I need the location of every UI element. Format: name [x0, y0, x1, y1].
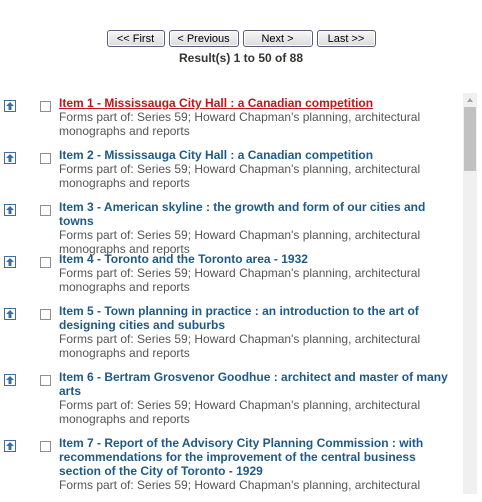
move-up-icon[interactable] [4, 152, 16, 164]
item-description: Forms part of: Series 59; Howard Chapman… [59, 110, 421, 138]
list-item: Item 3 - American skyline : the growth a… [0, 200, 460, 256]
item-title-link[interactable]: Item 1 - Mississauga City Hall : a Canad… [59, 96, 460, 110]
first-page-button[interactable]: << First [106, 30, 165, 47]
select-checkbox[interactable] [40, 441, 51, 452]
item-title-link[interactable]: Item 7 - Report of the Advisory City Pla… [59, 436, 460, 478]
move-up-icon[interactable] [4, 440, 16, 452]
item-title-link[interactable]: Item 4 - Toronto and the Toronto area - … [59, 252, 460, 266]
list-item: Item 2 - Mississauga City Hall : a Canad… [0, 148, 460, 200]
previous-page-button[interactable]: < Previous [168, 30, 239, 47]
move-up-icon[interactable] [4, 100, 16, 112]
select-checkbox[interactable] [40, 101, 51, 112]
move-up-icon[interactable] [4, 308, 16, 320]
select-checkbox[interactable] [40, 375, 51, 386]
move-up-icon[interactable] [4, 374, 16, 386]
scroll-up-arrow-icon[interactable] [463, 93, 477, 107]
item-description: Forms part of: Series 59; Howard Chapman… [59, 162, 421, 190]
item-description: Forms part of: Series 59; Howard Chapman… [59, 332, 421, 360]
item-title-link[interactable]: Item 3 - American skyline : the growth a… [59, 200, 460, 228]
select-checkbox[interactable] [40, 257, 51, 268]
scrollbar-thumb[interactable] [464, 107, 476, 171]
last-page-button[interactable]: Last >> [316, 30, 376, 47]
pagination-bar: << First < Previous Next > Last >> [0, 30, 482, 47]
select-checkbox[interactable] [40, 309, 51, 320]
select-checkbox[interactable] [40, 153, 51, 164]
item-description: Forms part of: Series 59; Howard Chapman… [59, 266, 421, 294]
results-list: Item 1 - Mississauga City Hall : a Canad… [0, 94, 460, 502]
item-description: Forms part of: Series 59; Howard Chapman… [59, 398, 421, 426]
item-title-link[interactable]: Item 5 - Town planning in practice : an … [59, 304, 460, 332]
results-summary: Result(s) 1 to 50 of 88 [178, 51, 304, 65]
list-item: Item 7 - Report of the Advisory City Pla… [0, 436, 460, 502]
next-page-button[interactable]: Next > [242, 30, 313, 47]
list-item: Item 1 - Mississauga City Hall : a Canad… [0, 96, 460, 148]
move-up-icon[interactable] [4, 256, 16, 268]
item-description: Forms part of: Series 59; Howard Chapman… [59, 478, 421, 492]
move-up-icon[interactable] [4, 204, 16, 216]
vertical-scrollbar[interactable] [463, 93, 477, 494]
list-item: Item 6 - Bertram Grosvenor Goodhue : arc… [0, 370, 460, 436]
list-item: Item 4 - Toronto and the Toronto area - … [0, 252, 460, 304]
item-title-link[interactable]: Item 2 - Mississauga City Hall : a Canad… [59, 148, 460, 162]
select-checkbox[interactable] [40, 205, 51, 216]
list-item: Item 5 - Town planning in practice : an … [0, 304, 460, 370]
item-title-link[interactable]: Item 6 - Bertram Grosvenor Goodhue : arc… [59, 370, 460, 398]
